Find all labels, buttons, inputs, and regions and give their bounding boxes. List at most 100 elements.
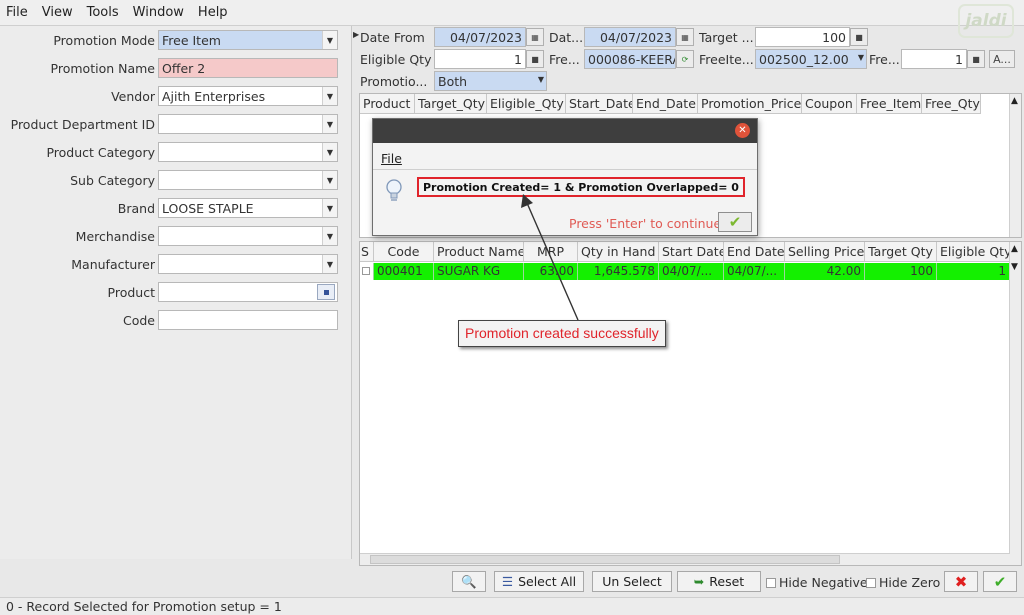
field-label: Promotion Name	[50, 61, 155, 76]
cell-start-date: 04/07/...	[659, 263, 724, 280]
reset-button[interactable]: ➥ Reset	[677, 571, 761, 592]
splitter-arrow-icon[interactable]: ▶	[353, 30, 359, 39]
chevron-down-icon[interactable]: ▼	[322, 115, 337, 133]
eligible-qty-input[interactable]: 1	[434, 49, 526, 69]
promotion-type-select[interactable]: Both ▼	[434, 71, 547, 91]
stop-icon[interactable]: ■	[850, 28, 868, 46]
horizontal-scrollbar[interactable]	[360, 553, 1010, 565]
chevron-down-icon[interactable]: ▼	[538, 75, 544, 84]
vendor-select[interactable]: Ajith Enterprises ▼	[158, 86, 338, 106]
row-select-checkbox[interactable]	[360, 263, 374, 280]
confirm-button[interactable]: ✔	[983, 571, 1017, 592]
col-header[interactable]: Start_Date	[566, 94, 633, 114]
col-header[interactable]: Target Qty	[865, 242, 937, 262]
free-qty-input[interactable]: 1	[901, 49, 967, 69]
cell-eligible-qty: 1	[937, 263, 1010, 280]
col-header[interactable]: Eligible Qty	[937, 242, 1010, 262]
date-to-input[interactable]: 04/07/2023	[584, 27, 676, 47]
select-all-button[interactable]: ☰ Select All	[494, 571, 584, 592]
dialog-menu-file[interactable]: File	[381, 151, 402, 166]
col-header[interactable]: Coupon	[802, 94, 857, 114]
col-header[interactable]: Free_Qty	[922, 94, 981, 114]
stop-icon[interactable]: ■	[526, 50, 544, 68]
promotion-mode-select[interactable]: Free Item ▼	[158, 30, 338, 50]
field-label: Sub Category	[70, 173, 155, 188]
a-button[interactable]: A...	[989, 50, 1015, 68]
cell-mrp: 63.00	[524, 263, 578, 280]
product-picker-button[interactable]	[317, 284, 335, 300]
col-header[interactable]: Promotion_Price	[698, 94, 802, 114]
vertical-scrollbar[interactable]: ▲	[1009, 94, 1021, 237]
reset-label: Reset	[709, 574, 745, 589]
free-product-input[interactable]: 000086-KEERA	[584, 49, 676, 69]
field-label: Manufacturer	[71, 257, 155, 272]
un-select-button[interactable]: Un Select	[592, 571, 672, 592]
free-qty-label: Fre...	[869, 52, 900, 67]
chevron-down-icon[interactable]: ▼	[322, 87, 337, 105]
calendar-icon[interactable]: ▦	[676, 28, 694, 46]
col-header[interactable]: Product	[360, 94, 415, 114]
close-icon: ✖	[954, 572, 968, 591]
col-header[interactable]: Selling Price	[785, 242, 865, 262]
col-header[interactable]: Target_Qty	[415, 94, 487, 114]
col-header[interactable]: Start Date	[659, 242, 724, 262]
col-header[interactable]: End Date	[724, 242, 785, 262]
col-header[interactable]: Code	[374, 242, 434, 262]
hide-negative-checkbox[interactable]: Hide Negative	[766, 575, 868, 590]
cancel-button[interactable]: ✖	[944, 571, 978, 592]
free-item-select[interactable]: 002500_12.00 ▼	[755, 49, 867, 69]
vertical-scrollbar[interactable]: ▲ ▼	[1009, 242, 1021, 565]
chevron-down-icon[interactable]: ▼	[858, 53, 864, 62]
refresh-icon[interactable]: ⟳	[676, 50, 694, 68]
press-enter-hint: Press 'Enter' to continue	[569, 216, 722, 231]
code-input[interactable]	[158, 310, 338, 330]
dialog-ok-button[interactable]: ✔	[718, 212, 752, 232]
date-from-input[interactable]: 04/07/2023	[434, 27, 526, 47]
chevron-down-icon[interactable]: ▼	[322, 227, 337, 245]
calendar-icon[interactable]: ▦	[526, 28, 544, 46]
col-header[interactable]: Product Name	[434, 242, 524, 262]
field-product-category: Product Category ▼	[0, 142, 352, 164]
field-vendor: Vendor Ajith Enterprises ▼	[0, 86, 352, 108]
menu-help[interactable]: Help	[198, 5, 228, 20]
col-header[interactable]: Free_Item	[857, 94, 922, 114]
menu-view[interactable]: View	[42, 5, 73, 20]
sub-category-select[interactable]: ▼	[158, 170, 338, 190]
col-header[interactable]: S	[360, 242, 374, 262]
manufacturer-select[interactable]: ▼	[158, 254, 338, 274]
col-header[interactable]: Eligible_Qty	[487, 94, 566, 114]
target-qty-input[interactable]: 100	[755, 27, 850, 47]
field-label: Vendor	[111, 89, 155, 104]
field-product: Product	[0, 282, 352, 304]
chevron-down-icon[interactable]: ▼	[322, 171, 337, 189]
chevron-down-icon[interactable]: ▼	[322, 199, 337, 217]
scroll-up-icon[interactable]: ▲	[1011, 244, 1018, 254]
field-label: Promotion Mode	[53, 33, 155, 48]
chevron-down-icon[interactable]: ▼	[322, 31, 337, 49]
merchandise-select[interactable]: ▼	[158, 226, 338, 246]
chevron-down-icon[interactable]: ▼	[322, 255, 337, 273]
menu-window[interactable]: Window	[133, 5, 184, 20]
close-icon[interactable]: ✕	[735, 123, 750, 138]
product-department-select[interactable]: ▼	[158, 114, 338, 134]
col-header[interactable]: Qty in Hand	[578, 242, 659, 262]
product-input[interactable]	[158, 282, 338, 302]
stop-icon[interactable]: ■	[967, 50, 985, 68]
chevron-down-icon[interactable]: ▼	[322, 143, 337, 161]
checkbox-box[interactable]	[766, 577, 776, 588]
menu-file[interactable]: File	[6, 5, 28, 20]
scroll-down-icon[interactable]: ▼	[1011, 262, 1018, 272]
scroll-up-icon[interactable]: ▲	[1011, 96, 1018, 106]
brand-select[interactable]: LOOSE STAPLE ▼	[158, 198, 338, 218]
scroll-thumb[interactable]	[370, 555, 840, 564]
preview-button[interactable]: 🔍	[452, 571, 486, 592]
checkbox-box[interactable]	[866, 577, 876, 588]
col-header[interactable]: End_Date	[633, 94, 698, 114]
date-from-label: Date From	[360, 30, 425, 45]
product-category-select[interactable]: ▼	[158, 142, 338, 162]
hide-zero-checkbox[interactable]: Hide Zero	[866, 575, 940, 590]
promotion-name-input[interactable]: Offer 2	[158, 58, 338, 78]
table-row[interactable]: 000401 SUGAR KG 63.00 1,645.578 04/07/..…	[360, 263, 1010, 280]
col-header[interactable]: MRP	[524, 242, 578, 262]
menu-tools[interactable]: Tools	[87, 5, 119, 20]
